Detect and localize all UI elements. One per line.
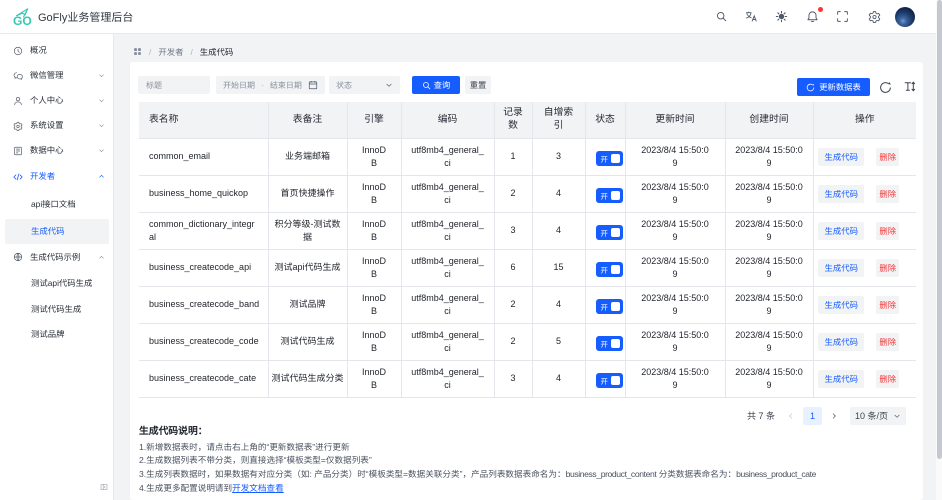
- svg-text:GO: GO: [13, 14, 32, 28]
